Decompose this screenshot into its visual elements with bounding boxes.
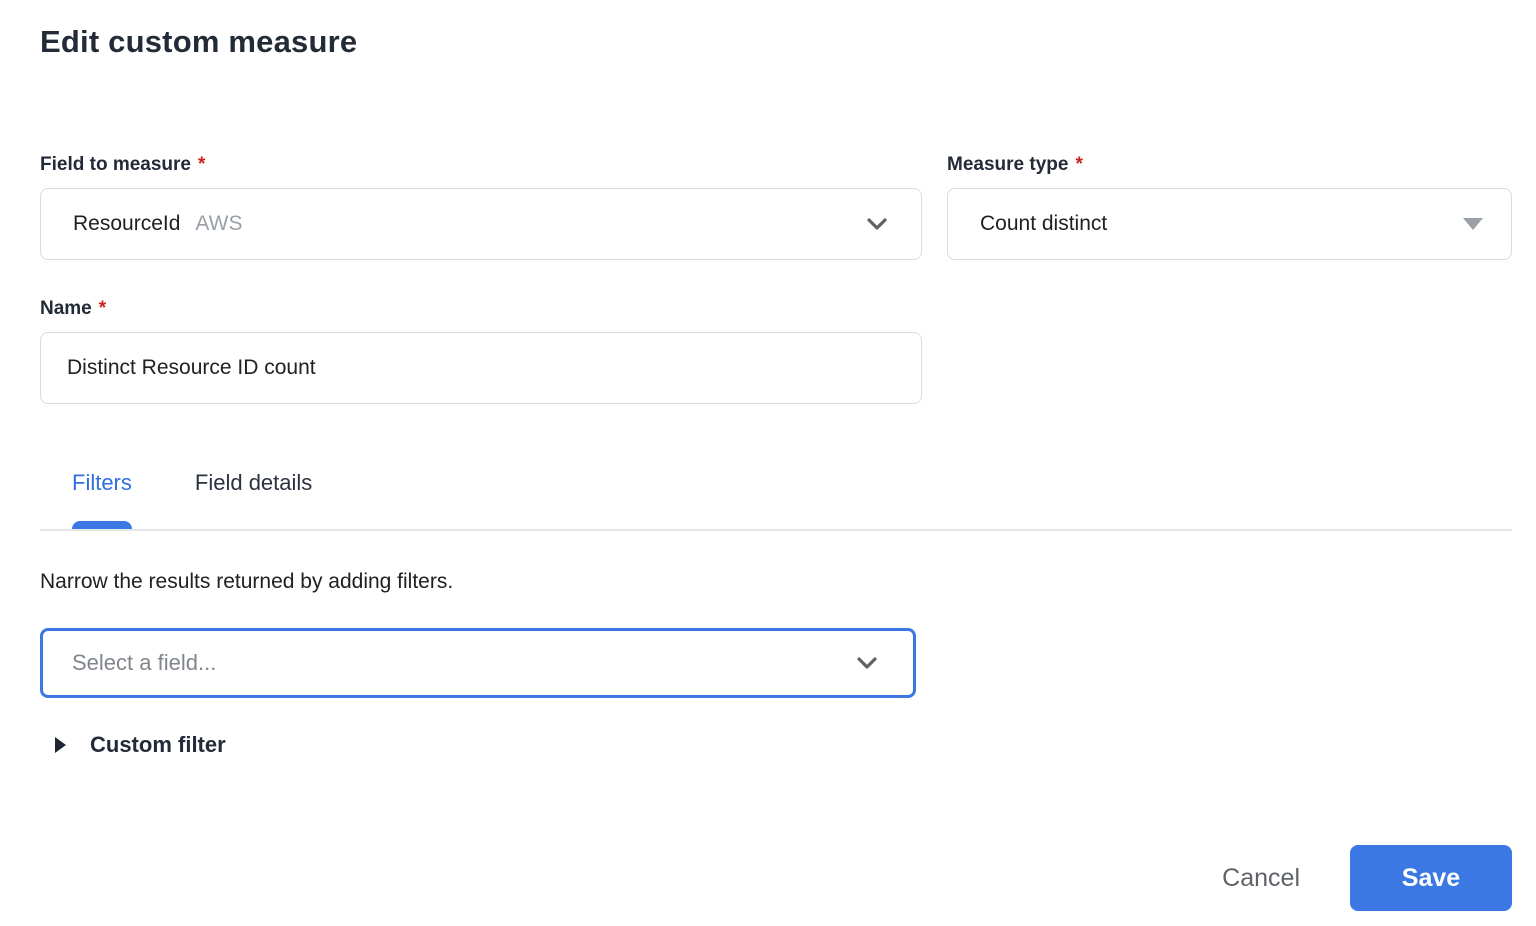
measure-type-label-text: Measure type	[947, 154, 1069, 175]
field-to-measure-value: ResourceId	[73, 212, 181, 235]
field-to-measure-select[interactable]: ResourceId AWS	[40, 188, 922, 260]
page-title: Edit custom measure	[40, 24, 358, 59]
filter-field-select[interactable]: Select a field...	[40, 628, 916, 698]
edit-custom-measure-panel: Edit custom measure Field to measure * R…	[0, 0, 1536, 926]
chevron-down-icon	[851, 647, 883, 679]
chevron-down-icon	[861, 208, 893, 240]
tab-bar: Filters Field details	[40, 470, 1512, 531]
measure-type-value: Count distinct	[980, 212, 1108, 235]
tab-field-details[interactable]: Field details	[195, 470, 312, 529]
custom-filter-toggle[interactable]: Custom filter	[40, 731, 1512, 759]
triangle-right-icon	[55, 737, 66, 753]
triangle-down-icon	[1463, 218, 1483, 230]
name-label: Name *	[40, 296, 1512, 321]
save-button[interactable]: Save	[1350, 845, 1512, 911]
required-asterisk: *	[198, 154, 206, 175]
custom-filter-label: Custom filter	[90, 732, 226, 757]
filter-field-placeholder: Select a field...	[72, 650, 217, 675]
cancel-button[interactable]: Cancel	[1222, 864, 1300, 893]
required-asterisk: *	[98, 298, 107, 319]
measure-type-label: Measure type *	[947, 152, 1512, 177]
footer-actions: Cancel Save	[40, 845, 1512, 911]
measure-type-select[interactable]: Count distinct	[947, 188, 1512, 260]
filters-description: Narrow the results returned by adding fi…	[40, 570, 454, 593]
tab-filters[interactable]: Filters	[72, 470, 132, 529]
measure-type-group: Measure type * Count distinct	[947, 152, 1512, 260]
name-group: Name *	[40, 296, 1512, 404]
field-to-measure-group: Field to measure * ResourceId AWS	[40, 152, 922, 260]
name-input[interactable]	[40, 332, 922, 404]
name-label-text: Name	[40, 298, 92, 319]
field-to-measure-source-tag: AWS	[195, 212, 243, 235]
required-asterisk: *	[1075, 154, 1083, 175]
field-to-measure-label-text: Field to measure	[40, 154, 191, 175]
field-to-measure-label: Field to measure *	[40, 152, 922, 177]
measure-config-row: Field to measure * ResourceId AWS Measur…	[40, 152, 1512, 260]
